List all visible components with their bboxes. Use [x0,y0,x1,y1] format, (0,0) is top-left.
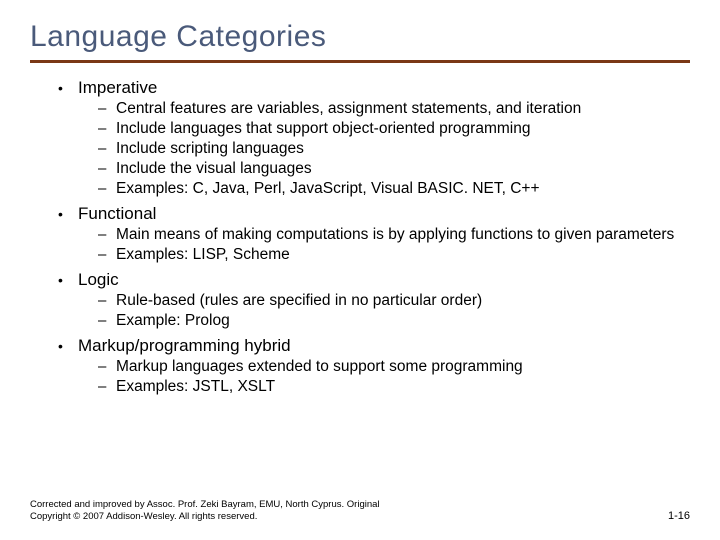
list-item: –Main means of making computations is by… [98,226,690,245]
bullet-level1: • [58,338,78,356]
section-logic: • Logic [58,269,690,290]
list-item: –Examples: LISP, Scheme [98,246,690,265]
list-item-text: Include languages that support object-or… [116,120,530,139]
section-imperative: • Imperative [58,77,690,98]
title-divider [30,60,690,63]
list-item-text: Examples: JSTL, XSLT [116,378,275,397]
section-heading: Logic [78,269,119,290]
list-item: –Include scripting languages [98,140,690,159]
list-item: –Central features are variables, assignm… [98,100,690,119]
footer-page-number: 1-16 [668,510,690,522]
list-item-text: Include the visual languages [116,160,312,179]
section-functional: • Functional [58,203,690,224]
list-item-text: Examples: LISP, Scheme [116,246,290,265]
list-item: –Example: Prolog [98,312,690,331]
section-markup-hybrid: • Markup/programming hybrid [58,335,690,356]
bullet-level1: • [58,80,78,98]
bullet-level2: – [98,100,116,119]
list-item-text: Examples: C, Java, Perl, JavaScript, Vis… [116,180,540,199]
list-item-text: Central features are variables, assignme… [116,100,581,119]
slide-title: Language Categories [30,20,690,54]
list-item-text: Markup languages extended to support som… [116,358,523,377]
list-item-text: Include scripting languages [116,140,304,159]
bullet-level2: – [98,226,116,245]
list-item-text: Example: Prolog [116,312,230,331]
bullet-level2: – [98,358,116,377]
list-item: –Include languages that support object-o… [98,120,690,139]
section-heading: Markup/programming hybrid [78,335,291,356]
slide-content: • Imperative –Central features are varia… [30,77,690,397]
section-heading: Imperative [78,77,157,98]
section-heading: Functional [78,203,156,224]
bullet-level1: • [58,272,78,290]
bullet-level2: – [98,160,116,179]
bullet-level2: – [98,180,116,199]
footer-attribution: Corrected and improved by Assoc. Prof. Z… [30,499,390,522]
slide-footer: Corrected and improved by Assoc. Prof. Z… [30,499,690,522]
list-item-text: Rule-based (rules are specified in no pa… [116,292,482,311]
list-item: –Examples: C, Java, Perl, JavaScript, Vi… [98,180,690,199]
bullet-level2: – [98,378,116,397]
list-item: –Rule-based (rules are specified in no p… [98,292,690,311]
bullet-level2: – [98,246,116,265]
bullet-level2: – [98,312,116,331]
bullet-level2: – [98,292,116,311]
bullet-level2: – [98,120,116,139]
bullet-level1: • [58,206,78,224]
list-item: –Examples: JSTL, XSLT [98,378,690,397]
list-item: –Markup languages extended to support so… [98,358,690,377]
list-item: –Include the visual languages [98,160,690,179]
list-item-text: Main means of making computations is by … [116,226,674,245]
bullet-level2: – [98,140,116,159]
